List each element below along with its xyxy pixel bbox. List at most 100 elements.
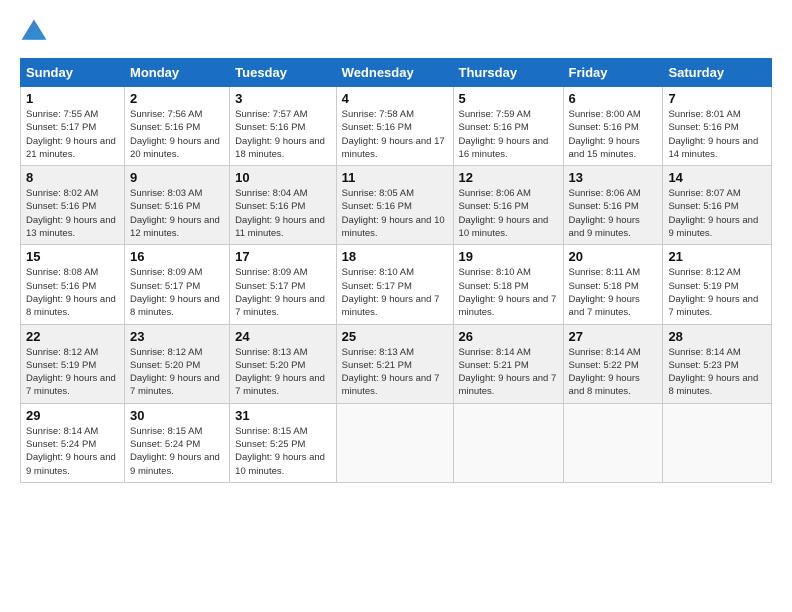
day-info: Sunrise: 8:03 AMSunset: 5:16 PMDaylight:… — [130, 188, 220, 239]
calendar-cell: 29 Sunrise: 8:14 AMSunset: 5:24 PMDayligh… — [21, 403, 125, 482]
day-number: 19 — [459, 249, 558, 264]
day-info: Sunrise: 8:05 AMSunset: 5:16 PMDaylight:… — [342, 188, 445, 239]
day-number: 15 — [26, 249, 119, 264]
calendar-cell: 10Sunrise: 8:04 AMSunset: 5:16 PMDayligh… — [230, 166, 337, 245]
day-number: 23 — [130, 329, 224, 344]
weekday-header: Monday — [125, 59, 230, 87]
day-info: Sunrise: 8:11 AMSunset: 5:18 PMDaylight:… — [569, 267, 641, 318]
day-number: 28 — [668, 329, 766, 344]
calendar-cell: 5 Sunrise: 7:59 AMSunset: 5:16 PMDaylight… — [453, 87, 563, 166]
day-number: 21 — [668, 249, 766, 264]
day-info: Sunrise: 7:59 AMSunset: 5:16 PMDaylight:… — [459, 109, 549, 160]
day-number: 9 — [130, 170, 224, 185]
calendar-cell: 13Sunrise: 8:06 AMSunset: 5:16 PMDayligh… — [563, 166, 663, 245]
calendar-cell: 22 Sunrise: 8:12 AMSunset: 5:19 PMDayligh… — [21, 324, 125, 403]
day-info: Sunrise: 8:12 AMSunset: 5:19 PMDaylight:… — [668, 267, 758, 318]
calendar-cell: 23Sunrise: 8:12 AMSunset: 5:20 PMDayligh… — [125, 324, 230, 403]
calendar-cell: 7 Sunrise: 8:01 AMSunset: 5:16 PMDaylight… — [663, 87, 772, 166]
day-info: Sunrise: 8:14 AMSunset: 5:24 PMDaylight:… — [26, 426, 116, 477]
day-info: Sunrise: 8:14 AMSunset: 5:23 PMDaylight:… — [668, 347, 758, 398]
calendar-cell: 4Sunrise: 7:58 AMSunset: 5:16 PMDaylight… — [336, 87, 453, 166]
day-number: 2 — [130, 91, 224, 106]
day-number: 18 — [342, 249, 448, 264]
day-info: Sunrise: 8:13 AMSunset: 5:20 PMDaylight:… — [235, 347, 325, 398]
calendar-cell: 30Sunrise: 8:15 AMSunset: 5:24 PMDayligh… — [125, 403, 230, 482]
day-info: Sunrise: 7:57 AMSunset: 5:16 PMDaylight:… — [235, 109, 325, 160]
day-info: Sunrise: 8:06 AMSunset: 5:16 PMDaylight:… — [569, 188, 641, 239]
header-row: SundayMondayTuesdayWednesdayThursdayFrid… — [21, 59, 772, 87]
calendar-cell: 24 Sunrise: 8:13 AMSunset: 5:20 PMDayligh… — [230, 324, 337, 403]
calendar-cell: 11 Sunrise: 8:05 AMSunset: 5:16 PMDayligh… — [336, 166, 453, 245]
day-number: 31 — [235, 408, 331, 423]
day-number: 24 — [235, 329, 331, 344]
calendar-cell — [336, 403, 453, 482]
day-info: Sunrise: 8:10 AMSunset: 5:17 PMDaylight:… — [342, 267, 440, 318]
day-info: Sunrise: 7:58 AMSunset: 5:16 PMDaylight:… — [342, 109, 445, 160]
calendar-table: SundayMondayTuesdayWednesdayThursdayFrid… — [20, 58, 772, 483]
logo-icon — [20, 18, 48, 46]
calendar-cell: 31 Sunrise: 8:15 AMSunset: 5:25 PMDayligh… — [230, 403, 337, 482]
day-info: Sunrise: 8:12 AMSunset: 5:19 PMDaylight:… — [26, 347, 116, 398]
calendar-week-row: 22 Sunrise: 8:12 AMSunset: 5:19 PMDayligh… — [21, 324, 772, 403]
calendar-cell: 3 Sunrise: 7:57 AMSunset: 5:16 PMDaylight… — [230, 87, 337, 166]
day-info: Sunrise: 8:07 AMSunset: 5:16 PMDaylight:… — [668, 188, 758, 239]
calendar-cell: 26 Sunrise: 8:14 AMSunset: 5:21 PMDayligh… — [453, 324, 563, 403]
calendar-cell: 6 Sunrise: 8:00 AMSunset: 5:16 PMDaylight… — [563, 87, 663, 166]
calendar-week-row: 8Sunrise: 8:02 AMSunset: 5:16 PMDaylight… — [21, 166, 772, 245]
calendar-cell: 25 Sunrise: 8:13 AMSunset: 5:21 PMDayligh… — [336, 324, 453, 403]
day-number: 17 — [235, 249, 331, 264]
day-number: 7 — [668, 91, 766, 106]
day-number: 1 — [26, 91, 119, 106]
day-number: 3 — [235, 91, 331, 106]
day-number: 11 — [342, 170, 448, 185]
calendar-week-row: 29 Sunrise: 8:14 AMSunset: 5:24 PMDayligh… — [21, 403, 772, 482]
weekday-header: Wednesday — [336, 59, 453, 87]
day-info: Sunrise: 8:01 AMSunset: 5:16 PMDaylight:… — [668, 109, 758, 160]
day-info: Sunrise: 8:06 AMSunset: 5:16 PMDaylight:… — [459, 188, 549, 239]
calendar-cell: 28 Sunrise: 8:14 AMSunset: 5:23 PMDayligh… — [663, 324, 772, 403]
day-info: Sunrise: 8:14 AMSunset: 5:22 PMDaylight:… — [569, 347, 641, 398]
day-number: 14 — [668, 170, 766, 185]
calendar-cell: 8Sunrise: 8:02 AMSunset: 5:16 PMDaylight… — [21, 166, 125, 245]
day-info: Sunrise: 8:09 AMSunset: 5:17 PMDaylight:… — [130, 267, 220, 318]
calendar-cell: 19Sunrise: 8:10 AMSunset: 5:18 PMDayligh… — [453, 245, 563, 324]
day-number: 5 — [459, 91, 558, 106]
day-number: 16 — [130, 249, 224, 264]
calendar-cell: 9 Sunrise: 8:03 AMSunset: 5:16 PMDaylight… — [125, 166, 230, 245]
day-number: 27 — [569, 329, 658, 344]
day-info: Sunrise: 8:15 AMSunset: 5:25 PMDaylight:… — [235, 426, 325, 477]
calendar-cell: 21 Sunrise: 8:12 AMSunset: 5:19 PMDayligh… — [663, 245, 772, 324]
logo — [20, 18, 52, 46]
header — [20, 18, 772, 46]
day-info: Sunrise: 8:15 AMSunset: 5:24 PMDaylight:… — [130, 426, 220, 477]
day-number: 10 — [235, 170, 331, 185]
weekday-header: Friday — [563, 59, 663, 87]
weekday-header: Sunday — [21, 59, 125, 87]
day-number: 8 — [26, 170, 119, 185]
day-info: Sunrise: 8:14 AMSunset: 5:21 PMDaylight:… — [459, 347, 557, 398]
weekday-header: Tuesday — [230, 59, 337, 87]
day-info: Sunrise: 8:09 AMSunset: 5:17 PMDaylight:… — [235, 267, 325, 318]
calendar-week-row: 15Sunrise: 8:08 AMSunset: 5:16 PMDayligh… — [21, 245, 772, 324]
calendar-cell: 1Sunrise: 7:55 AMSunset: 5:17 PMDaylight… — [21, 87, 125, 166]
calendar-cell — [563, 403, 663, 482]
calendar-cell: 2Sunrise: 7:56 AMSunset: 5:16 PMDaylight… — [125, 87, 230, 166]
day-info: Sunrise: 8:00 AMSunset: 5:16 PMDaylight:… — [569, 109, 641, 160]
calendar-cell: 18 Sunrise: 8:10 AMSunset: 5:17 PMDayligh… — [336, 245, 453, 324]
weekday-header: Thursday — [453, 59, 563, 87]
calendar-cell: 14 Sunrise: 8:07 AMSunset: 5:16 PMDayligh… — [663, 166, 772, 245]
calendar-cell: 16 Sunrise: 8:09 AMSunset: 5:17 PMDayligh… — [125, 245, 230, 324]
day-info: Sunrise: 8:13 AMSunset: 5:21 PMDaylight:… — [342, 347, 440, 398]
calendar-cell — [663, 403, 772, 482]
day-number: 29 — [26, 408, 119, 423]
day-number: 20 — [569, 249, 658, 264]
day-number: 12 — [459, 170, 558, 185]
calendar-week-row: 1Sunrise: 7:55 AMSunset: 5:17 PMDaylight… — [21, 87, 772, 166]
calendar-cell — [453, 403, 563, 482]
day-number: 26 — [459, 329, 558, 344]
calendar-cell: 15Sunrise: 8:08 AMSunset: 5:16 PMDayligh… — [21, 245, 125, 324]
day-number: 25 — [342, 329, 448, 344]
day-number: 6 — [569, 91, 658, 106]
day-number: 22 — [26, 329, 119, 344]
calendar-cell: 12 Sunrise: 8:06 AMSunset: 5:16 PMDayligh… — [453, 166, 563, 245]
